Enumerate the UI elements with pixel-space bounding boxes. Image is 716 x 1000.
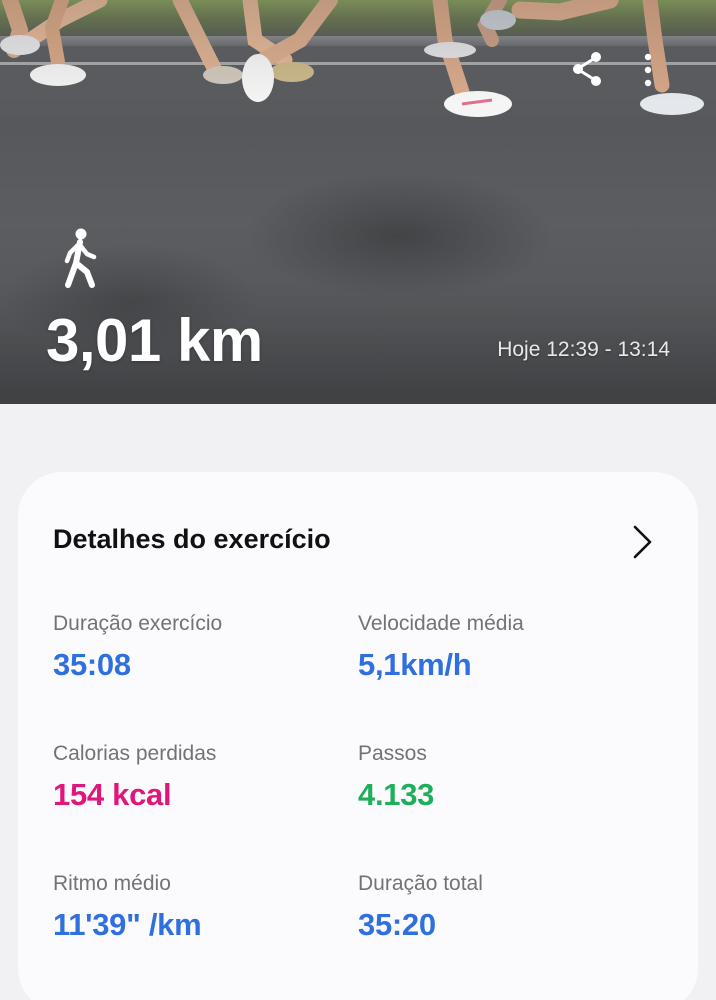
- stat-label: Duração exercício: [53, 612, 223, 635]
- workout-time-range: Hoje 12:39 - 13:14: [497, 338, 670, 361]
- share-icon[interactable]: [570, 50, 604, 88]
- stat-label: Velocidade média: [358, 612, 524, 635]
- stat-exercise-duration: Duração exercício 35:08: [53, 612, 222, 683]
- walking-person-icon: [64, 228, 97, 288]
- exercise-details-card[interactable]: Detalhes do exercício Duração exercício …: [18, 472, 698, 1000]
- hero-photo: 3,01 km Hoje 12:39 - 13:14: [0, 0, 716, 404]
- stat-label: Calorias perdidas: [53, 742, 217, 765]
- stat-label: Ritmo médio: [53, 872, 171, 895]
- card-title: Detalhes do exercício: [53, 524, 331, 554]
- stat-average-pace: Ritmo médio 11'39" /km: [53, 872, 202, 943]
- stat-calories: Calorias perdidas 154 kcal: [53, 742, 216, 813]
- stat-steps: Passos 4.133: [358, 742, 434, 813]
- stat-value: 35:08: [53, 647, 131, 682]
- stat-label: Duração total: [358, 872, 483, 895]
- stat-value: 11'39" /km: [53, 907, 202, 942]
- exercise-summary-screen: 3,01 km Hoje 12:39 - 13:14 Detalhes do e…: [0, 0, 716, 1000]
- stat-value: 4.133: [358, 777, 435, 812]
- chevron-right-icon[interactable]: [630, 522, 656, 562]
- stat-total-duration: Duração total 35:20: [358, 872, 483, 943]
- stat-value: 35:20: [358, 907, 436, 942]
- more-vertical-icon[interactable]: [636, 50, 660, 90]
- stat-label: Passos: [358, 742, 427, 765]
- distance-value: 3,01 km: [46, 307, 263, 374]
- stat-value: 5,1km/h: [358, 647, 472, 682]
- stat-average-speed: Velocidade média 5,1km/h: [358, 612, 524, 683]
- stat-value: 154 kcal: [53, 777, 172, 812]
